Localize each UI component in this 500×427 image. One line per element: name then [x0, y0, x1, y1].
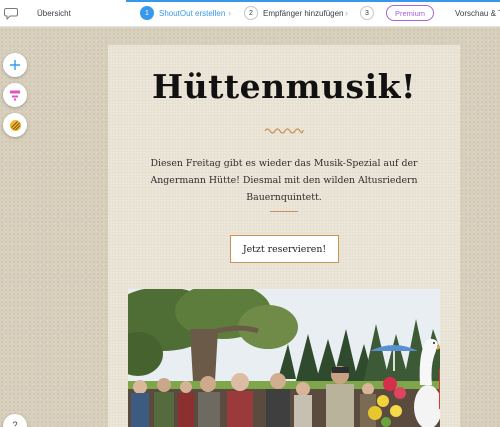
step-number: 3 [360, 6, 374, 20]
background-button[interactable] [3, 113, 27, 137]
wave-divider-icon [264, 128, 304, 134]
chevron-right-icon: › [228, 8, 231, 18]
layout-section-icon [10, 90, 20, 101]
chat-bubble-icon[interactable] [4, 7, 19, 20]
chevron-right-icon: › [345, 8, 348, 18]
progress-line [126, 0, 500, 2]
nav-overview-link[interactable]: Übersicht [37, 9, 71, 18]
plus-icon [10, 60, 20, 70]
line-divider [270, 211, 298, 212]
page-title[interactable]: Hüttenmusik! [108, 67, 460, 106]
step-create-shoutout[interactable]: 1 ShoutOut erstellen [140, 6, 225, 20]
step-label: Empfänger hinzufügen [263, 8, 344, 18]
outdoor-gathering-photo [128, 289, 440, 427]
step-number: 2 [244, 6, 258, 20]
event-photo[interactable] [128, 289, 440, 427]
step-add-recipients[interactable]: 2 Empfänger hinzufügen [244, 6, 344, 20]
description-text[interactable]: Diesen Freitag gibt es wieder das Musik-… [128, 155, 440, 206]
top-bar: Übersicht 1 ShoutOut erstellen › 2 Empfä… [0, 0, 500, 27]
background-pattern-icon [9, 119, 21, 131]
add-section-button[interactable] [3, 83, 27, 107]
help-button[interactable]: ? [3, 414, 27, 427]
step-label: ShoutOut erstellen [159, 8, 226, 18]
premium-button[interactable]: Premium [386, 5, 434, 21]
reserve-button[interactable]: Jetzt reservieren! [230, 235, 339, 263]
preview-and-test-link[interactable]: Vorschau & Te [455, 9, 500, 18]
step-three[interactable]: 3 [360, 6, 374, 20]
step-number: 1 [140, 6, 154, 20]
shoutout-card: Hüttenmusik! Diesen Freitag gibt es wied… [108, 45, 460, 427]
add-element-button[interactable] [3, 53, 27, 77]
